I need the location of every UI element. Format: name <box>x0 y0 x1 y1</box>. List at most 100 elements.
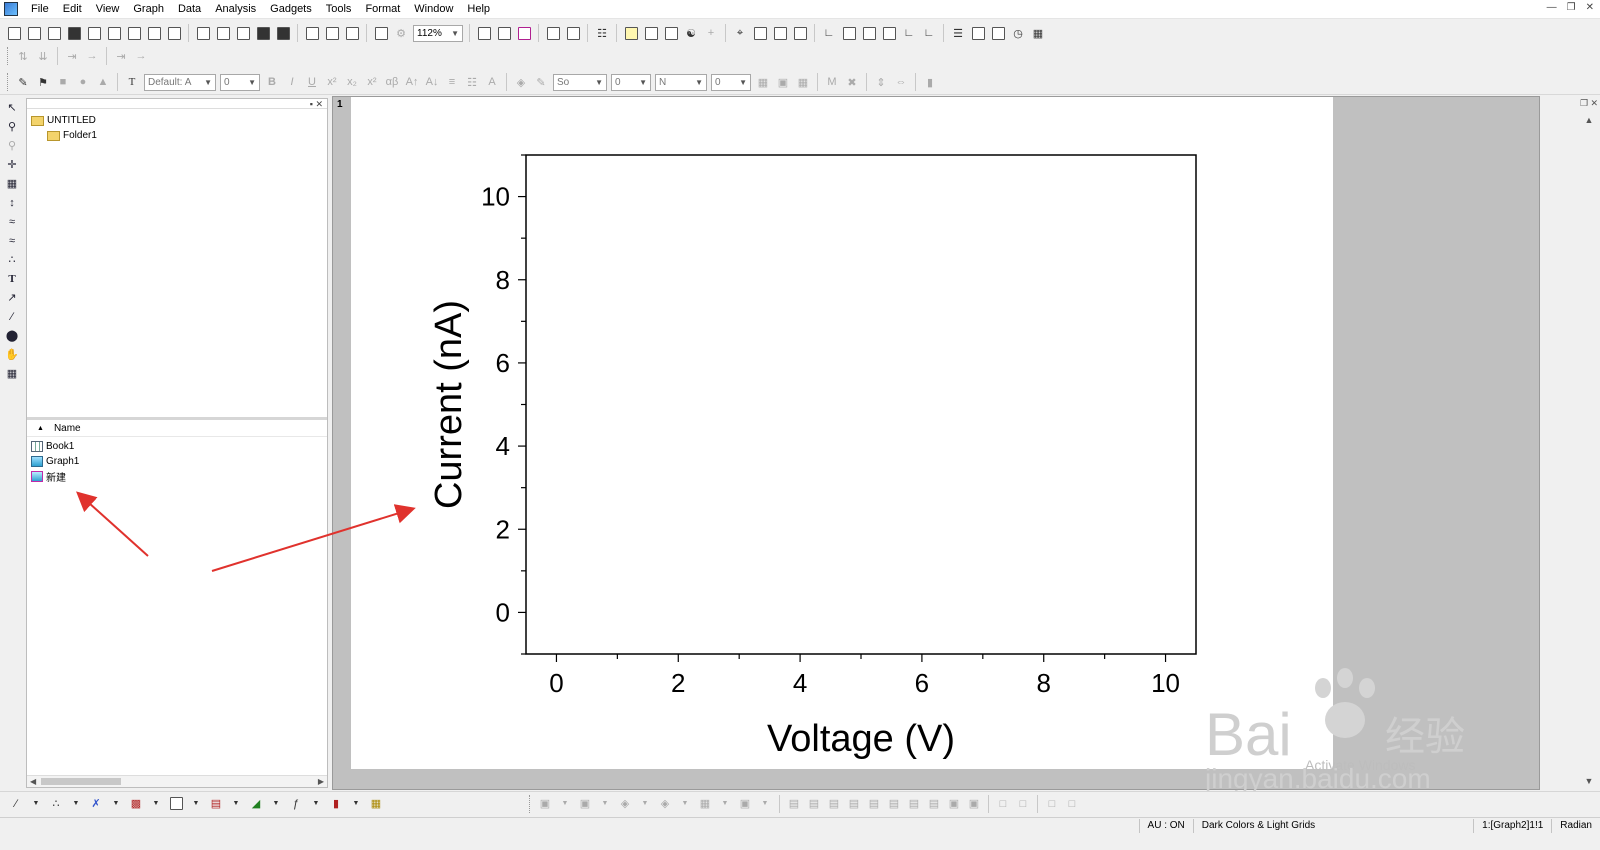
frame-icon[interactable]: □ <box>1043 795 1061 813</box>
move-right-icon[interactable]: ⇥ <box>63 47 81 65</box>
swap-mask-icon[interactable]: ▲ <box>94 73 112 91</box>
color-scale-icon[interactable] <box>969 24 987 42</box>
scroll-right-icon[interactable]: ▶ <box>318 777 324 786</box>
stack-plot-icon[interactable]: ▤ <box>207 795 225 813</box>
arrow-tool-icon[interactable]: ↗ <box>3 288 21 307</box>
fill-size-select[interactable]: 0 ▼ <box>711 73 751 91</box>
align-bottom-object-icon[interactable]: ▤ <box>845 795 863 813</box>
list-item-graph1[interactable]: Graph1 <box>31 454 79 469</box>
menu-view[interactable]: View <box>89 0 127 19</box>
status-theme[interactable]: Dark Colors & Light Grids <box>1192 818 1323 833</box>
results-log-icon[interactable] <box>564 24 582 42</box>
legend-icon[interactable]: ☰ <box>949 24 967 42</box>
same-width-icon[interactable]: ▤ <box>905 795 923 813</box>
refresh-icon[interactable] <box>495 24 513 42</box>
menu-analysis[interactable]: Analysis <box>208 0 263 19</box>
menu-edit[interactable]: Edit <box>56 0 89 19</box>
project-explorer-icon[interactable] <box>515 24 533 42</box>
bring-front-icon[interactable]: ▣ <box>945 795 963 813</box>
object-fill-icon[interactable]: ◈ <box>616 795 634 813</box>
object-group-icon[interactable]: ▣ <box>536 795 554 813</box>
area-plot-icon[interactable]: ◢ <box>247 795 265 813</box>
menu-format[interactable]: Format <box>358 0 407 19</box>
append-icon[interactable]: → <box>132 47 150 65</box>
align-left-icon[interactable]: ≡ <box>443 73 461 91</box>
import-ascii-icon[interactable] <box>303 24 321 42</box>
move-down-icon[interactable]: ⇊ <box>34 47 52 65</box>
timestamp-icon[interactable]: ◷ <box>1009 24 1027 42</box>
spreadsheet-icon[interactable] <box>642 24 660 42</box>
zoom-in-icon[interactable]: ⚲ <box>3 117 21 136</box>
pattern-icon[interactable]: ▦ <box>754 73 772 91</box>
save-template-icon[interactable] <box>274 24 292 42</box>
decrease-font-icon[interactable]: A↓ <box>423 73 441 91</box>
vertical-scrollbar[interactable]: ❐ ✕ ▲ ▼ <box>1578 96 1600 790</box>
unframe-icon[interactable]: □ <box>1063 795 1081 813</box>
open-excel-icon[interactable] <box>234 24 252 42</box>
greek-icon[interactable]: αβ <box>383 73 401 91</box>
subscript-icon[interactable]: x₂ <box>343 73 361 91</box>
align-center-h-icon[interactable]: ▤ <box>865 795 883 813</box>
bold-icon[interactable]: B <box>263 73 281 91</box>
swap-columns-icon[interactable]: ⇅ <box>14 47 32 65</box>
function-plot-icon[interactable]: ƒ <box>287 795 305 813</box>
add-text-icon[interactable]: + <box>702 24 720 42</box>
hand-icon[interactable]: ✋ <box>3 345 21 364</box>
explorer-splitter[interactable] <box>27 417 327 420</box>
multi-panel-icon[interactable] <box>167 795 185 813</box>
move-last-icon[interactable]: → <box>83 47 101 65</box>
font-color-icon[interactable]: A <box>483 73 501 91</box>
scroll-down-icon[interactable]: ▼ <box>1585 776 1594 786</box>
axis-top-icon[interactable] <box>840 24 858 42</box>
zoom-select[interactable]: 112% ▼ <box>413 24 463 42</box>
line-style-select[interactable]: So ▼ <box>553 73 607 91</box>
fill-color-icon[interactable]: ◈ <box>512 73 530 91</box>
dropdown-arrow-icon[interactable]: ▼ <box>596 795 614 813</box>
new-notes-icon[interactable] <box>165 24 183 42</box>
project-tree-icon[interactable]: ☷ <box>593 24 611 42</box>
recalculate-icon[interactable]: ⚙ <box>392 24 410 42</box>
dropdown-arrow-icon[interactable]: ▼ <box>227 795 245 813</box>
graph-tool-icon[interactable]: ▦ <box>3 364 21 383</box>
fill-pattern-select[interactable]: N ▼ <box>655 73 707 91</box>
lock-icon[interactable]: ▮ <box>921 73 939 91</box>
stock-plot-icon[interactable]: ▮ <box>327 795 345 813</box>
dropdown-arrow-icon[interactable]: ▼ <box>67 795 85 813</box>
list-header[interactable]: ▲ Name <box>27 421 327 437</box>
import-multiple-icon[interactable] <box>323 24 341 42</box>
increase-font-icon[interactable]: A↑ <box>403 73 421 91</box>
list-item-new[interactable]: 新建 <box>31 469 79 484</box>
font-select[interactable]: Default: A ▼ <box>144 73 216 91</box>
scatter-points-icon[interactable]: ∴ <box>3 250 21 269</box>
column-format-icon[interactable]: ☷ <box>463 73 481 91</box>
scatter-plot-icon[interactable]: ∴ <box>47 795 65 813</box>
align-left-object-icon[interactable]: ▤ <box>785 795 803 813</box>
status-angle[interactable]: Radian <box>1551 818 1600 833</box>
line-tool-icon[interactable]: ∕ <box>3 307 21 326</box>
axis-inset-icon[interactable]: ∟ <box>900 24 918 42</box>
custom-routine-icon[interactable]: ☯ <box>682 24 700 42</box>
layer-icon[interactable] <box>989 24 1007 42</box>
pin-icon[interactable]: ▪ <box>310 99 313 109</box>
dropdown-arrow-icon[interactable]: ▼ <box>27 795 45 813</box>
distribute-icon[interactable]: ⇕ <box>872 73 890 91</box>
align-right-object-icon[interactable]: ▤ <box>805 795 823 813</box>
column-plot-icon[interactable]: ▩ <box>127 795 145 813</box>
new-function-icon[interactable] <box>125 24 143 42</box>
style-icon[interactable]: ✎ <box>14 73 32 91</box>
unmerge-icon[interactable]: ✖ <box>843 73 861 91</box>
send-back-icon[interactable]: ▣ <box>965 795 983 813</box>
object-grid-icon[interactable]: ▦ <box>696 795 714 813</box>
line-symbol-plot-icon[interactable]: ✗ <box>87 795 105 813</box>
restore-icon[interactable]: ❐ <box>1567 2 1576 13</box>
screen-reader-icon[interactable]: ✛ <box>3 155 21 174</box>
new-layout-icon[interactable] <box>145 24 163 42</box>
list-item-book1[interactable]: Book1 <box>31 439 79 454</box>
text-tool-icon[interactable]: T <box>123 73 141 91</box>
close-icon[interactable]: ✕ <box>1586 2 1594 13</box>
dropdown-arrow-icon[interactable]: ▼ <box>676 795 694 813</box>
object-line-icon[interactable]: ◈ <box>656 795 674 813</box>
new-workbook-icon[interactable] <box>45 24 63 42</box>
axis-corner-icon[interactable]: ∟ <box>920 24 938 42</box>
line-width-select[interactable]: 0 ▼ <box>611 73 651 91</box>
